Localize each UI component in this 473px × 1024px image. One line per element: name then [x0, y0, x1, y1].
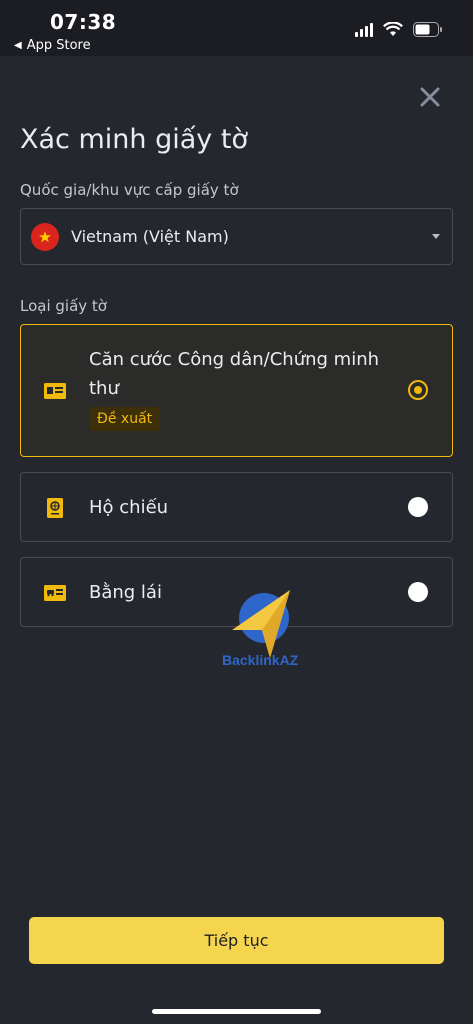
country-label: Quốc gia/khu vực cấp giấy tờ — [20, 181, 239, 199]
back-arrow-icon: ◀ — [14, 40, 22, 51]
back-app-label: App Store — [26, 38, 91, 53]
cellular-signal-icon — [355, 22, 373, 37]
option-id-card[interactable]: Căn cước Công dân/Chứng minh thư Đề xuất — [20, 324, 453, 457]
status-time: 07:38 — [50, 10, 117, 34]
status-bar: 07:38 ◀ App Store — [0, 0, 473, 56]
radio-selected[interactable] — [408, 380, 428, 400]
id-card-icon — [44, 383, 66, 399]
continue-button[interactable]: Tiếp tục — [29, 917, 444, 964]
watermark-text: BacklinkAZ — [222, 652, 299, 668]
country-select[interactable]: Vietnam (Việt Nam) — [20, 208, 453, 265]
back-to-app-link[interactable]: ◀ App Store — [14, 38, 91, 53]
option-id-card-label: Căn cước Công dân/Chứng minh thư — [89, 349, 380, 399]
close-icon — [420, 87, 440, 107]
driver-license-icon — [44, 585, 66, 601]
screen: 07:38 ◀ App Store Xác minh giấy tờ Quốc … — [0, 0, 473, 1024]
radio-unselected[interactable] — [408, 582, 428, 602]
close-button[interactable] — [419, 86, 441, 108]
chevron-down-icon — [432, 234, 440, 239]
vietnam-flag-icon — [31, 222, 59, 251]
home-indicator — [152, 1009, 321, 1014]
country-value: Vietnam (Việt Nam) — [71, 227, 229, 246]
option-passport-label: Hộ chiếu — [89, 497, 169, 518]
battery-icon — [413, 22, 443, 37]
option-driver-license-label: Bằng lái — [89, 582, 162, 603]
status-icons — [355, 22, 443, 37]
recommended-badge: Đề xuất — [89, 407, 161, 431]
wifi-icon — [383, 22, 403, 37]
page-title: Xác minh giấy tờ — [20, 124, 248, 155]
passport-icon — [47, 498, 63, 518]
option-passport[interactable]: Hộ chiếu — [20, 472, 453, 542]
radio-unselected[interactable] — [408, 497, 428, 517]
document-type-label: Loại giấy tờ — [20, 297, 107, 315]
